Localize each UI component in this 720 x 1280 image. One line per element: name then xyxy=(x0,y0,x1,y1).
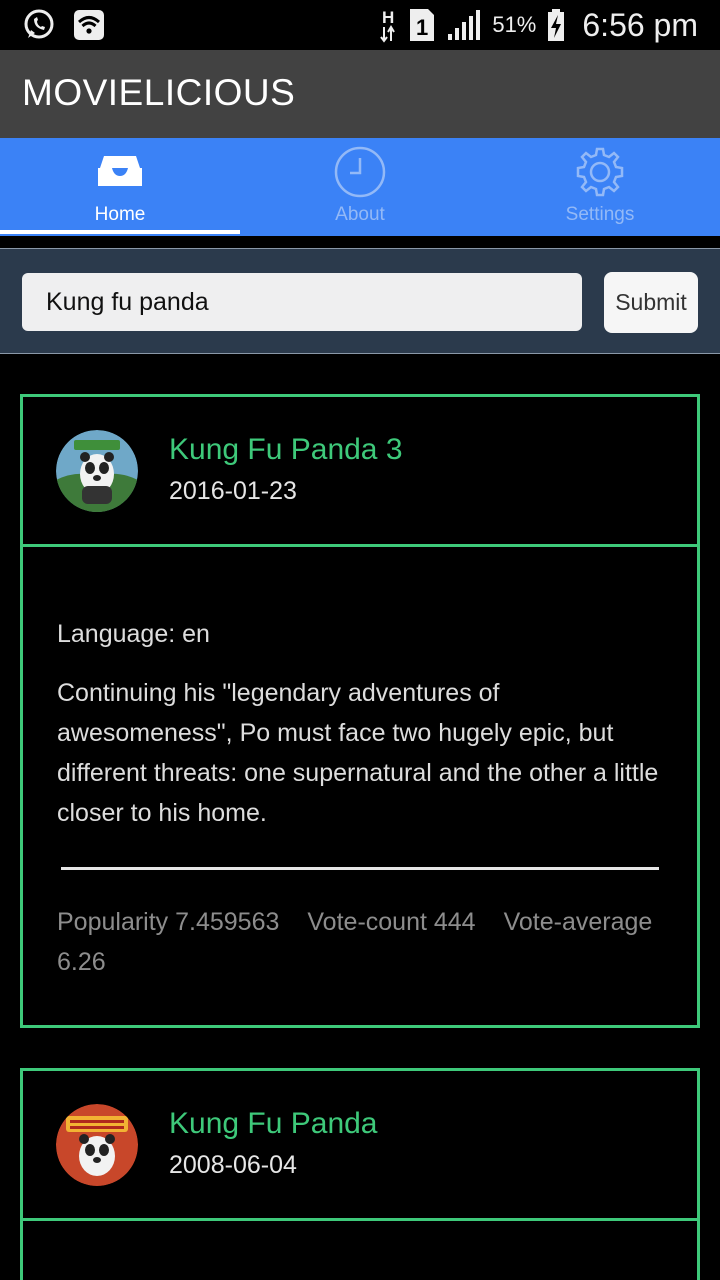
network-label: H xyxy=(382,8,394,27)
movie-release-date: 2008-06-04 xyxy=(169,1151,297,1179)
movie-card[interactable]: Kung Fu Panda 2008-06-04 xyxy=(20,1068,700,1280)
search-input[interactable] xyxy=(22,273,582,331)
whatsapp-icon xyxy=(24,9,54,39)
tab-about-label: About xyxy=(335,204,385,225)
clock-icon xyxy=(334,146,386,198)
tab-bar-underline xyxy=(0,234,720,236)
card-divider xyxy=(61,867,659,870)
clock-time: 6:56 pm xyxy=(582,6,698,43)
sim-label: 1 xyxy=(416,15,428,40)
movie-vote-count: Vote-count 444 xyxy=(307,908,476,936)
search-panel: Submit xyxy=(0,248,720,354)
tab-about[interactable]: About xyxy=(240,138,480,234)
app-title-bar: MOVIELICIOUS xyxy=(0,50,720,138)
tab-settings[interactable]: Settings xyxy=(480,138,720,234)
movie-release-date: 2016-01-23 xyxy=(169,477,297,505)
signal-strength-icon xyxy=(448,10,481,40)
inbox-icon xyxy=(98,156,142,186)
movie-title[interactable]: Kung Fu Panda 3 xyxy=(169,433,403,467)
app-title: MOVIELICIOUS xyxy=(22,72,296,113)
battery-percent: 51% xyxy=(492,12,537,37)
status-bar: H 1 51% 6:56 pm xyxy=(0,0,720,50)
submit-button[interactable]: Submit xyxy=(604,272,698,333)
movie-card-body: Language: en Continuing his "legendary a… xyxy=(23,547,697,1022)
movie-card-header: Kung Fu Panda 3 2016-01-23 xyxy=(23,397,697,547)
movie-title[interactable]: Kung Fu Panda xyxy=(169,1107,378,1141)
movie-poster-thumbnail xyxy=(56,1104,138,1186)
movie-popularity: Popularity 7.459563 xyxy=(57,908,280,936)
gear-icon xyxy=(576,147,624,197)
movie-card[interactable]: Kung Fu Panda 3 2016-01-23 Language: en … xyxy=(20,394,700,1028)
network-type-icon: H xyxy=(380,8,396,43)
movie-poster-thumbnail xyxy=(56,430,138,512)
sim-card-icon: 1 xyxy=(410,9,435,41)
battery-charging-icon xyxy=(548,9,565,41)
movie-overview: Continuing his "legendary adventures of … xyxy=(57,679,659,827)
wifi-icon xyxy=(74,10,104,40)
tab-settings-label: Settings xyxy=(565,204,635,225)
tab-bar: Home About Settings xyxy=(0,138,720,234)
movie-card-header: Kung Fu Panda 2008-06-04 xyxy=(23,1071,697,1221)
movie-stats: Popularity 7.459563 Vote-count 444 Vote-av… xyxy=(57,902,661,982)
tab-home-label: Home xyxy=(94,204,146,225)
tab-home[interactable]: Home xyxy=(0,138,240,234)
movie-language: Language: en xyxy=(57,620,210,648)
